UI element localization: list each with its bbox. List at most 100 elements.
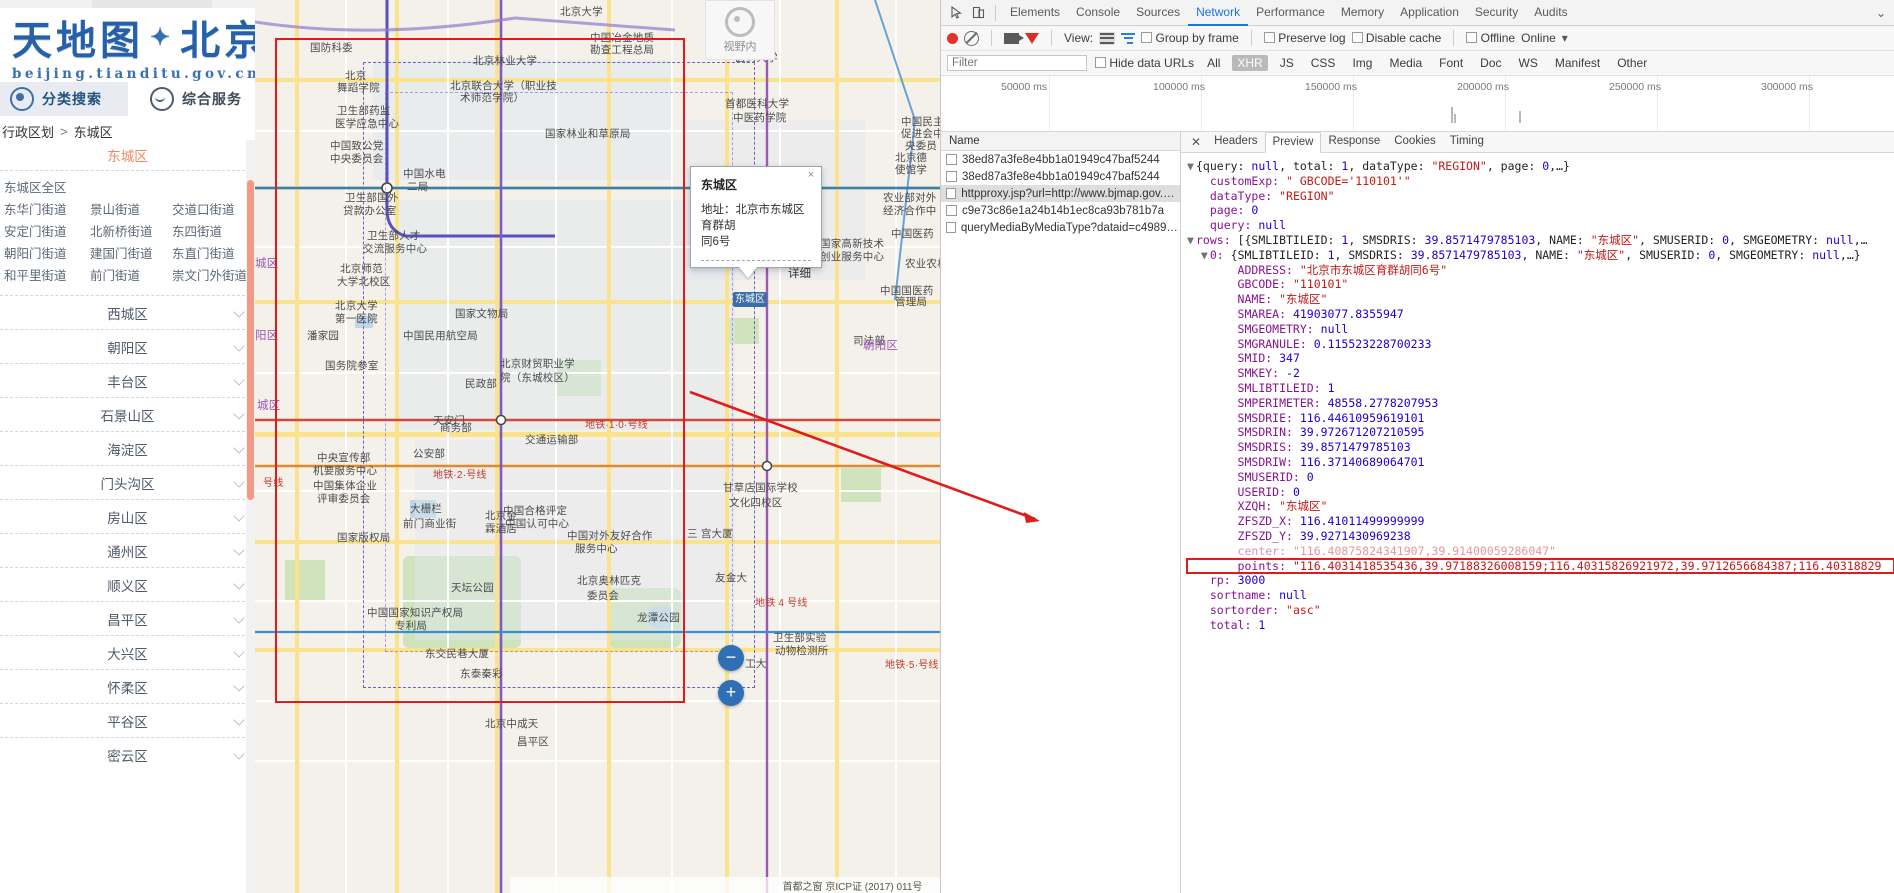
- district-row[interactable]: 西城区: [0, 296, 255, 329]
- filter-type-media[interactable]: Media: [1384, 55, 1427, 71]
- json-line[interactable]: USERID: 0: [1187, 485, 1894, 500]
- subdistrict-item[interactable]: 朝阳门街道: [4, 243, 90, 265]
- subdistrict-all[interactable]: 东城区全区: [4, 177, 90, 199]
- json-line[interactable]: SMID: 347: [1187, 351, 1894, 366]
- district-row[interactable]: 通州区: [0, 534, 255, 567]
- json-line[interactable]: customExp: " GBCODE='110101'": [1187, 174, 1894, 189]
- chevron-down-icon[interactable]: ⌄: [1876, 6, 1894, 20]
- district-row[interactable]: 房山区: [0, 500, 255, 533]
- clear-icon[interactable]: [964, 30, 979, 46]
- json-line[interactable]: sortorder: "asc": [1187, 603, 1894, 618]
- filter-type-all[interactable]: All: [1202, 55, 1225, 71]
- online-select[interactable]: Online: [1521, 31, 1556, 45]
- map-canvas[interactable]: 国防科委北京大学北京服装装学院中国冶金地质勘查工程总局北京林业大学北京联合大学（…: [255, 0, 940, 893]
- list-view-icon[interactable]: [1099, 31, 1116, 45]
- json-line[interactable]: SMSDRIN: 39.972671207210595: [1187, 425, 1894, 440]
- close-icon[interactable]: ×: [806, 170, 816, 181]
- offline-label[interactable]: Offline: [1481, 31, 1515, 45]
- filter-type-font[interactable]: Font: [1434, 55, 1468, 71]
- detail-tab-preview[interactable]: Preview: [1264, 132, 1322, 153]
- district-row[interactable]: 大兴区: [0, 636, 255, 669]
- disclosure-triangle-icon[interactable]: ▼: [1187, 233, 1196, 248]
- chevron-down-icon[interactable]: [233, 374, 245, 386]
- chevron-down-icon[interactable]: [233, 510, 245, 522]
- request-row[interactable]: 38ed87a3fe8e4bb1a01949c47baf5244: [941, 168, 1180, 185]
- camera-icon[interactable]: [1004, 32, 1024, 44]
- district-row[interactable]: 丰台区: [0, 364, 255, 397]
- chevron-down-icon[interactable]: [233, 578, 245, 590]
- district-row[interactable]: 朝阳区: [0, 330, 255, 363]
- request-checkbox[interactable]: [946, 154, 957, 165]
- filter-type-other[interactable]: Other: [1612, 55, 1652, 71]
- record-circle-icon[interactable]: [947, 32, 958, 44]
- json-line[interactable]: dataType: "REGION": [1187, 189, 1894, 204]
- filter-type-xhr[interactable]: XHR: [1232, 55, 1268, 71]
- chevron-down-icon[interactable]: [233, 306, 245, 318]
- chevron-down-icon[interactable]: [233, 680, 245, 692]
- subdistrict-item[interactable]: 安定门街道: [4, 221, 90, 243]
- chevron-down-icon[interactable]: [233, 442, 245, 454]
- json-line[interactable]: page: 0: [1187, 203, 1894, 218]
- close-icon[interactable]: ✕: [1185, 135, 1207, 149]
- json-line[interactable]: SMGEOMETRY: null: [1187, 322, 1894, 337]
- hide-data-urls-checkbox[interactable]: [1095, 57, 1106, 68]
- json-line[interactable]: SMSDRIW: 116.37140689064701: [1187, 455, 1894, 470]
- request-checkbox[interactable]: [946, 188, 957, 199]
- json-line-highlighted[interactable]: points: "116.4031418535436,39.9718832600…: [1186, 557, 1894, 575]
- devtools-tab-audits[interactable]: Audits: [1526, 0, 1575, 26]
- chevron-down-icon[interactable]: [233, 544, 245, 556]
- district-row[interactable]: 平谷区: [0, 704, 255, 737]
- devtools-tab-memory[interactable]: Memory: [1333, 0, 1392, 26]
- breadcrumb-root[interactable]: 行政区划: [2, 122, 54, 141]
- json-line[interactable]: SMAREA: 41903077.8355947: [1187, 307, 1894, 322]
- json-line[interactable]: total: 1: [1187, 618, 1894, 633]
- district-row[interactable]: 怀柔区: [0, 670, 255, 703]
- devtools-tab-application[interactable]: Application: [1392, 0, 1467, 26]
- hide-data-urls-label[interactable]: Hide data URLs: [1109, 56, 1194, 70]
- json-line[interactable]: XZQH: "东城区": [1187, 499, 1894, 514]
- json-line[interactable]: SMSDRIS: 39.8571479785103: [1187, 440, 1894, 455]
- chevron-down-icon[interactable]: ▾: [1562, 31, 1568, 45]
- disclosure-triangle-icon[interactable]: ▼: [1187, 159, 1196, 174]
- filter-type-js[interactable]: JS: [1275, 55, 1299, 71]
- chevron-down-icon[interactable]: [233, 476, 245, 488]
- chevron-down-icon[interactable]: [233, 646, 245, 658]
- json-line[interactable]: center: "116.40875824341907,39.914000592…: [1187, 544, 1894, 559]
- json-preview[interactable]: ▼ {query: null, total: 1, dataType: "REGI…: [1181, 153, 1894, 633]
- json-line[interactable]: ZFSZD_Y: 39.9271430969238: [1187, 529, 1894, 544]
- zoom-out-button[interactable]: −: [718, 645, 744, 671]
- json-line[interactable]: sortname: null: [1187, 588, 1894, 603]
- preserve-log-label[interactable]: Preserve log: [1278, 31, 1345, 45]
- json-line[interactable]: ▼ 0: {SMLIBTILEID: 1, SMSDRIS: 39.8571479…: [1187, 248, 1894, 263]
- request-row[interactable]: c9e73c86e1a24b14b1ec8ca93b781b7a: [941, 202, 1180, 219]
- devtools-tab-console[interactable]: Console: [1068, 0, 1128, 26]
- json-line[interactable]: SMKEY: -2: [1187, 366, 1894, 381]
- zoom-in-button[interactable]: +: [718, 680, 744, 706]
- district-row[interactable]: 石景山区: [0, 398, 255, 431]
- json-line[interactable]: SMSDRIE: 116.44610959619101: [1187, 411, 1894, 426]
- subdistrict-item[interactable]: 崇文门外街道: [172, 265, 247, 287]
- disable-cache-checkbox[interactable]: [1351, 32, 1363, 43]
- request-row[interactable]: queryMediaByMediaType?dataid=c4989f5e2fe…: [941, 219, 1180, 236]
- map-info-popup[interactable]: × 东城区 地址：北京市东城区育群胡 同6号 详细: [690, 166, 822, 280]
- subdistrict-item[interactable]: 东直门街道: [172, 243, 235, 265]
- subdistrict-item[interactable]: 东华门街道: [4, 199, 90, 221]
- filter-type-manifest[interactable]: Manifest: [1550, 55, 1605, 71]
- json-line[interactable]: GBCODE: "110101": [1187, 277, 1894, 292]
- request-checkbox[interactable]: [946, 205, 957, 216]
- waterfall-view-icon[interactable]: [1121, 32, 1136, 44]
- chevron-down-icon[interactable]: [233, 748, 245, 760]
- district-row[interactable]: 密云区: [0, 738, 255, 771]
- disclosure-triangle-icon[interactable]: ▼: [1201, 248, 1210, 263]
- group-by-frame-checkbox[interactable]: [1141, 32, 1153, 43]
- subdistrict-item[interactable]: 前门街道: [90, 265, 172, 287]
- group-by-frame-label[interactable]: Group by frame: [1155, 31, 1238, 45]
- request-row[interactable]: httpproxy.jsp?url=http://www.bjmap.gov.c…: [941, 185, 1180, 202]
- json-line[interactable]: ADDRESS: "北京市东城区育群胡同6号": [1187, 263, 1894, 278]
- district-row[interactable]: 昌平区: [0, 602, 255, 635]
- json-line[interactable]: ▼ {query: null, total: 1, dataType: "REGI…: [1187, 159, 1894, 174]
- devtools-tab-security[interactable]: Security: [1467, 0, 1526, 26]
- subdistrict-item[interactable]: 景山街道: [90, 199, 172, 221]
- offline-checkbox[interactable]: [1466, 32, 1478, 43]
- json-line[interactable]: NAME: "东城区": [1187, 292, 1894, 307]
